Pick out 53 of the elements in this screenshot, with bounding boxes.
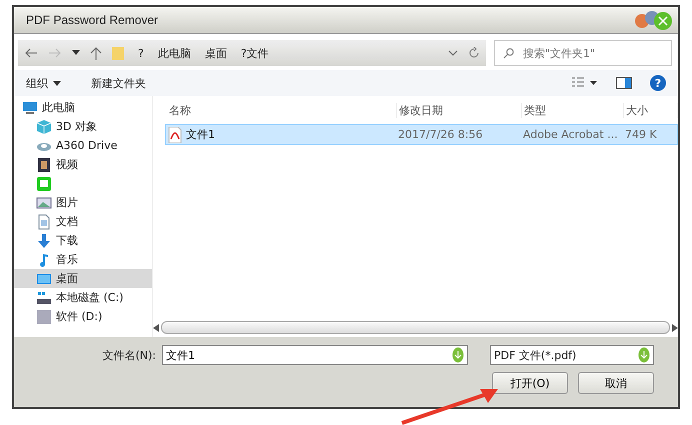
sidebar-item[interactable]: 3D 对象 [14, 117, 152, 136]
breadcrumb-segment[interactable]: 此电脑 [158, 46, 191, 60]
pdf-file-icon [168, 126, 182, 142]
sidebar-item-icon [36, 194, 52, 210]
sidebar-item[interactable]: A360 Drive [14, 136, 152, 155]
scroll-left-icon[interactable] [153, 324, 159, 332]
sidebar-item[interactable]: 本地磁盘 (C:) [14, 288, 152, 307]
file-row[interactable]: 文件1 2017/7/26 8:56 Adobe Acrobat ... 749 K [165, 124, 678, 145]
sidebar-item[interactable]: 文档 [14, 212, 152, 231]
help-button[interactable]: ? [650, 75, 666, 91]
sidebar-item-icon [36, 214, 52, 230]
column-header[interactable]: 大小 [624, 102, 678, 118]
sidebar-item-icon [36, 308, 52, 324]
caret-icon [53, 80, 61, 86]
sidebar-item-icon [22, 100, 38, 116]
back-icon[interactable] [24, 47, 38, 59]
filetype-dropdown[interactable]: PDF 文件(*.pdf) [490, 345, 654, 365]
search-icon [503, 48, 514, 59]
sidebar-item-icon [36, 176, 52, 192]
open-button[interactable]: 打开(O) [492, 372, 568, 394]
sidebar-item[interactable]: 音乐 [14, 250, 152, 269]
folder-icon [112, 46, 124, 60]
sidebar-item-icon [36, 156, 52, 172]
new-folder-button[interactable]: 新建文件夹 [91, 76, 146, 90]
sidebar-item[interactable]: 此电脑 [14, 98, 152, 117]
refresh-icon[interactable] [468, 47, 480, 59]
sidebar-item-icon [36, 290, 52, 306]
view-options-icon[interactable] [572, 77, 598, 89]
search-field[interactable]: 搜索"文件夹1" [494, 40, 672, 66]
sidebar-item[interactable]: 图片 [14, 193, 152, 212]
filename-field[interactable]: 文件1 [162, 345, 468, 365]
sidebar-item[interactable]: 视频 [14, 155, 152, 174]
sidebar-item-icon [36, 232, 52, 248]
preview-pane-icon[interactable] [616, 77, 632, 89]
sidebar-item[interactable]: 下载 [14, 231, 152, 250]
column-header[interactable]: 名称 [167, 102, 397, 118]
sidebar-item[interactable]: 软件 (D:) [14, 307, 152, 326]
caret-icon[interactable] [72, 50, 80, 56]
breadcrumb-segment[interactable]: ? [138, 46, 144, 60]
up-icon[interactable] [90, 46, 102, 60]
cancel-button[interactable]: 取消 [578, 372, 654, 394]
breadcrumb-segment[interactable]: ?文件 [240, 46, 269, 60]
horizontal-scrollbar[interactable] [153, 321, 678, 334]
chevron-icon[interactable] [448, 50, 458, 56]
filename-label: 文件名(N): [102, 348, 156, 362]
scroll-right-icon[interactable] [672, 324, 678, 332]
sidebar-item[interactable]: 桌面 [14, 269, 152, 288]
window-title: PDF Password Remover [26, 13, 158, 27]
column-header[interactable]: 类型 [522, 102, 624, 118]
breadcrumb-segment[interactable]: 桌面 [204, 46, 227, 60]
organize-menu[interactable]: 组织 [26, 76, 61, 90]
column-header[interactable]: 修改日期 [397, 102, 522, 118]
sidebar-item-icon [36, 118, 52, 134]
